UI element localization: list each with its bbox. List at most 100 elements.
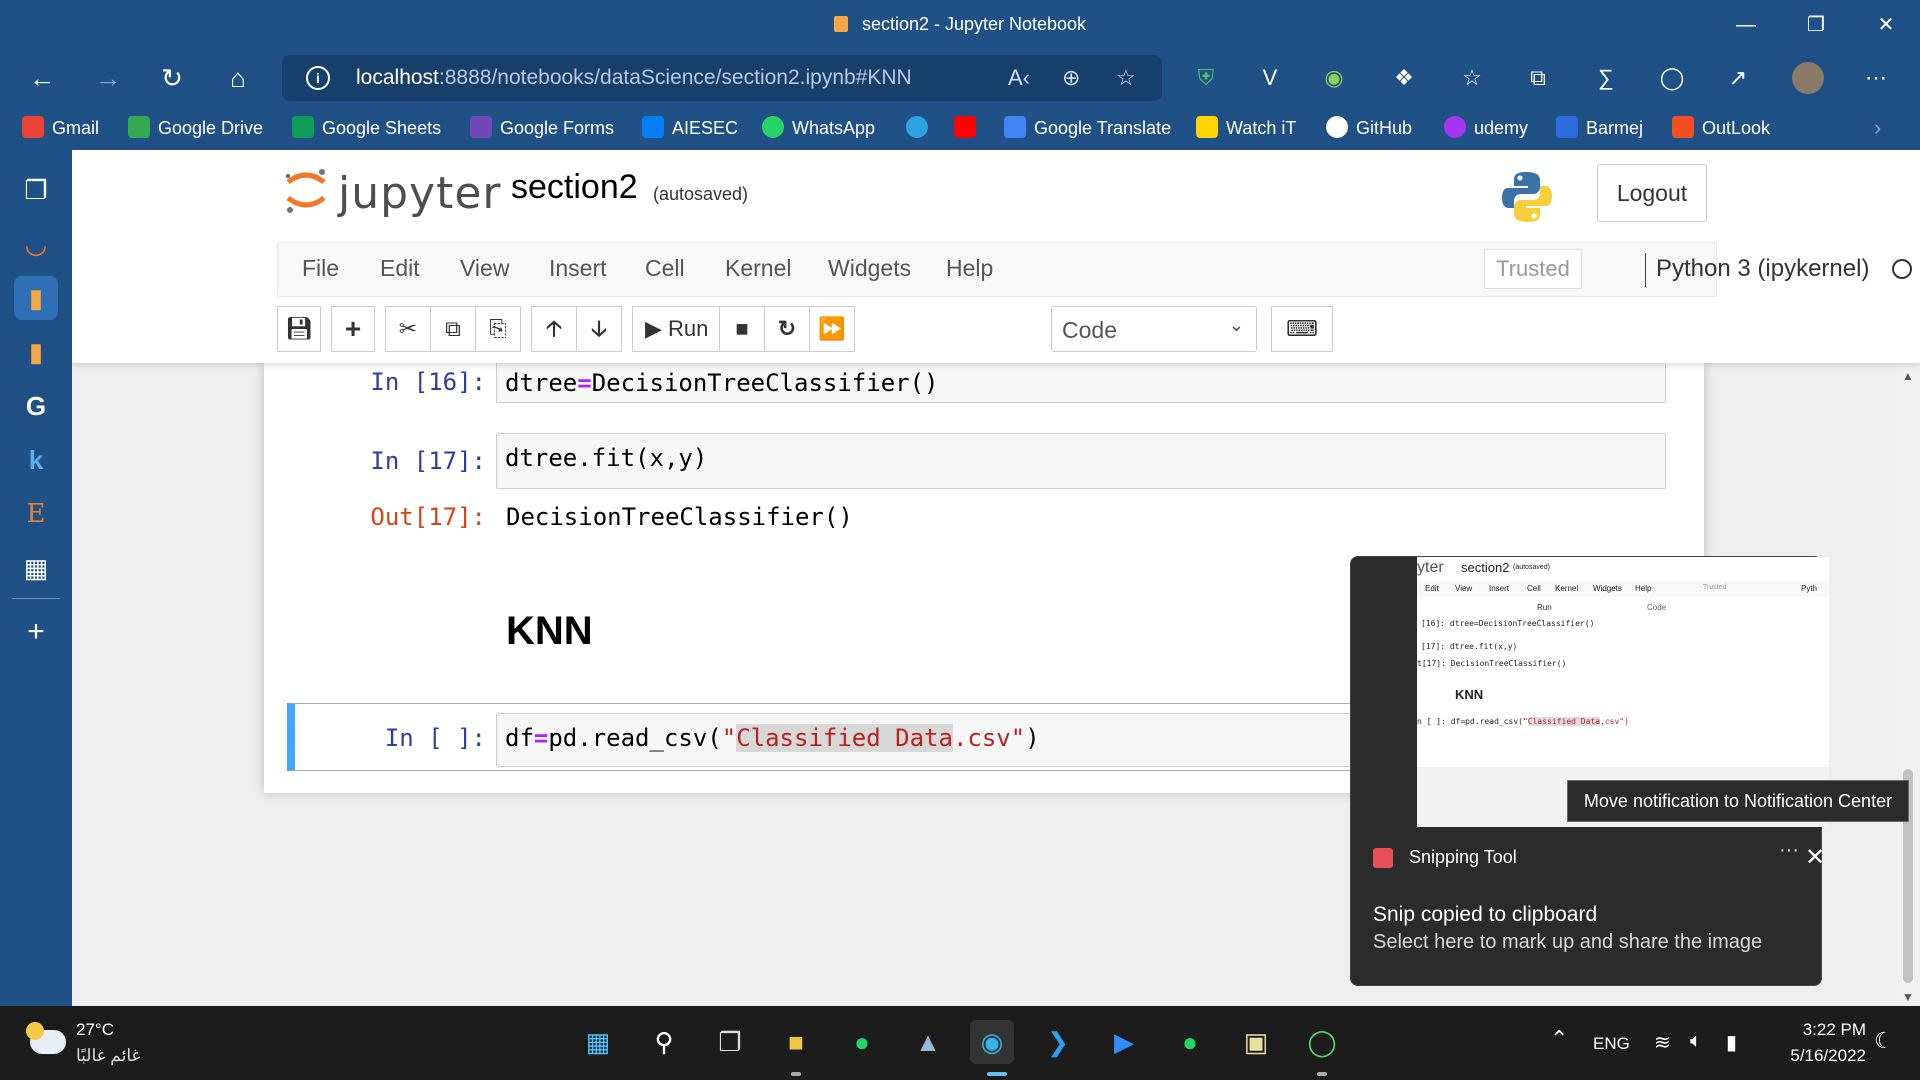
bookmark-whatsapp[interactable]: WhatsApp xyxy=(762,114,875,142)
menu-cell[interactable]: Cell xyxy=(645,255,685,282)
jupyter-tab-icon[interactable]: ◡ xyxy=(14,222,58,266)
bookmark-udemy[interactable]: udemy xyxy=(1444,114,1528,142)
extensions-icon[interactable]: ❖ xyxy=(1388,62,1420,94)
input-language[interactable]: ENG xyxy=(1593,1034,1630,1054)
task-view-icon[interactable]: ❐ xyxy=(708,1020,752,1064)
notebook-name[interactable]: section2 xyxy=(511,168,638,207)
zoom-icon[interactable]: ⊕ xyxy=(1062,65,1080,91)
add-tab-icon[interactable]: + xyxy=(14,610,58,654)
copy-button[interactable]: ⧉ xyxy=(430,306,476,352)
globe-extension-icon[interactable]: ◉ xyxy=(1318,62,1350,94)
bookmark-google-drive[interactable]: Google Drive xyxy=(128,114,263,142)
kernel-name[interactable]: Python 3 (ipykernel) xyxy=(1656,255,1869,283)
scroll-down-icon[interactable]: ▼ xyxy=(1902,990,1914,1004)
trusted-badge[interactable]: Trusted xyxy=(1484,249,1582,289)
bookmark-gmail[interactable]: Gmail xyxy=(22,114,99,142)
notification-center-icon[interactable]: ☾ xyxy=(1874,1028,1894,1054)
weather-cloudy-icon[interactable] xyxy=(26,1022,66,1054)
favorites-icon[interactable]: ☆ xyxy=(1456,62,1488,94)
bookmark-outlook[interactable]: OutLook xyxy=(1672,114,1770,142)
whatsapp-taskbar-icon[interactable]: ● xyxy=(840,1020,884,1064)
start-windows-icon[interactable]: ▦ xyxy=(576,1020,620,1064)
collections-icon[interactable]: ⧉ xyxy=(1522,62,1554,94)
file-explorer-icon[interactable]: ■ xyxy=(774,1020,818,1064)
search-icon[interactable]: ⚲ xyxy=(642,1020,686,1064)
profile-avatar[interactable] xyxy=(1792,62,1824,94)
cut-button[interactable]: ✂ xyxy=(385,306,431,352)
bookmarks-overflow-icon[interactable]: › xyxy=(1874,114,1881,142)
menu-widgets[interactable]: Widgets xyxy=(828,255,911,282)
cell-17-input[interactable]: dtree.fit(x,y) xyxy=(496,433,1666,489)
bookmark-watch-it[interactable]: Watch iT xyxy=(1196,114,1296,142)
bookmark-google-forms[interactable]: Google Forms xyxy=(470,114,614,142)
v-extension-icon[interactable]: V xyxy=(1254,62,1286,94)
notification-close-icon[interactable]: ✕ xyxy=(1805,843,1825,872)
save-button[interactable]: 💾︎ xyxy=(277,306,321,352)
paste-button[interactable]: ⎘ xyxy=(475,306,521,352)
notebook-tab-icon[interactable]: ▮ xyxy=(14,330,58,374)
loading-app-taskbar-icon[interactable]: ◯ xyxy=(1300,1020,1344,1064)
bookmark-google-translate[interactable]: Google Translate xyxy=(1004,114,1171,142)
edge-taskbar-icon[interactable]: ◉ xyxy=(970,1020,1014,1064)
bookmark-barmej[interactable]: Barmej xyxy=(1556,114,1643,142)
page-scrollbar[interactable]: ▲ ▼ xyxy=(1896,363,1920,1006)
bookmark-google-sheets[interactable]: Google Sheets xyxy=(292,114,441,142)
menu-kernel[interactable]: Kernel xyxy=(725,255,791,282)
read-aloud-icon[interactable]: A‹ xyxy=(1008,65,1030,91)
forward-icon[interactable]: → xyxy=(88,60,128,96)
performance-icon[interactable]: ◯ xyxy=(1656,62,1688,94)
restart-kernel-button[interactable]: ↻ xyxy=(764,306,810,352)
wifi-icon[interactable]: ≋ xyxy=(1654,1030,1671,1055)
share-icon[interactable]: ↗ xyxy=(1722,62,1754,94)
command-palette-button[interactable]: ⌨ xyxy=(1271,306,1333,352)
menu-view[interactable]: View xyxy=(460,255,509,282)
k-tab-icon[interactable]: k xyxy=(14,438,58,482)
refresh-icon[interactable]: ↻ xyxy=(152,60,192,96)
logout-button[interactable]: Logout xyxy=(1597,164,1707,222)
restart-run-all-button[interactable]: ⏩ xyxy=(809,306,855,352)
notification-more-button[interactable]: ··· xyxy=(1779,839,1799,862)
insert-cell-button[interactable]: + xyxy=(331,306,375,352)
close-window-button[interactable]: ✕ xyxy=(1866,8,1906,42)
back-icon[interactable]: ← xyxy=(22,60,62,96)
move-up-button[interactable]: 🡡 xyxy=(531,306,577,352)
snipping-tool-notification[interactable]: yter section2 (autosaved) Edit View Inse… xyxy=(1350,556,1829,986)
cell-type-select[interactable]: Code ⌄ xyxy=(1051,306,1257,352)
minimize-button[interactable]: — xyxy=(1726,8,1766,42)
settings-more-icon[interactable]: ⋯ xyxy=(1860,62,1892,94)
tray-overflow-icon[interactable]: ⌃ xyxy=(1550,1026,1568,1052)
math-solver-icon[interactable]: ∑ xyxy=(1590,62,1622,94)
tab-actions-icon[interactable]: ❐ xyxy=(14,168,58,212)
clock-time[interactable]: 3:22 PM xyxy=(1780,1020,1866,1040)
calendar-tab-icon[interactable]: ▦ xyxy=(14,546,58,590)
scroll-up-icon[interactable]: ▲ xyxy=(1902,369,1914,383)
weather-condition[interactable]: غائم غالبًا xyxy=(76,1046,140,1066)
battery-icon[interactable]: ▮ xyxy=(1726,1030,1737,1055)
add-favorite-icon[interactable]: ☆ xyxy=(1116,65,1136,91)
menu-insert[interactable]: Insert xyxy=(549,255,607,282)
vscode-taskbar-icon[interactable]: ❯ xyxy=(1036,1020,1080,1064)
knn-heading[interactable]: KNN xyxy=(506,609,593,654)
bookmark-aiesec[interactable]: AIESEC xyxy=(642,114,738,142)
restore-button[interactable]: ❐ xyxy=(1796,8,1836,42)
zoom-taskbar-icon[interactable]: ▶ xyxy=(1102,1020,1146,1064)
move-down-button[interactable]: 🡣 xyxy=(576,306,622,352)
notebook-tab-icon-active[interactable]: ▮ xyxy=(14,276,58,320)
weather-temperature[interactable]: 27°C xyxy=(76,1020,114,1040)
volume-icon[interactable]: 🔈︎ xyxy=(1690,1030,1702,1053)
e-tab-icon[interactable]: E xyxy=(14,492,58,536)
app-taskbar-icon[interactable]: ▣ xyxy=(1234,1020,1278,1064)
clock-date[interactable]: 5/16/2022 xyxy=(1770,1046,1866,1066)
bookmark-youtube[interactable] xyxy=(954,114,984,142)
bookmark-telegram[interactable] xyxy=(906,114,936,142)
interrupt-button[interactable]: ■ xyxy=(719,306,765,352)
menu-edit[interactable]: Edit xyxy=(380,255,420,282)
home-icon[interactable]: ⌂ xyxy=(218,60,258,96)
menu-help[interactable]: Help xyxy=(946,255,993,282)
address-bar[interactable]: i localhost:8888/notebooks/dataScience/s… xyxy=(282,55,1162,101)
photos-taskbar-icon[interactable]: ▲ xyxy=(906,1020,950,1064)
run-button[interactable]: ▶ Run xyxy=(632,306,720,352)
shield-extension-icon[interactable]: ⛨ xyxy=(1190,62,1222,94)
url-text[interactable]: localhost:8888/notebooks/dataScience/sec… xyxy=(356,66,912,90)
menu-file[interactable]: File xyxy=(302,255,339,282)
